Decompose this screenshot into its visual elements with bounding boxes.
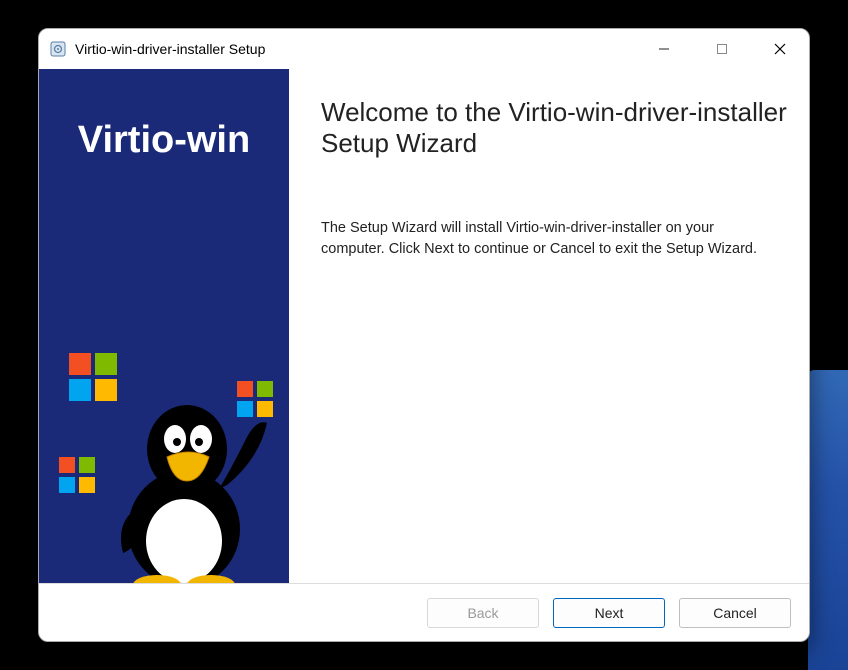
- cancel-button[interactable]: Cancel: [679, 598, 791, 628]
- minimize-button[interactable]: [635, 29, 693, 69]
- content-area: Virtio-win: [39, 69, 809, 583]
- desktop-background-strip: [808, 370, 848, 670]
- window-title: Virtio-win-driver-installer Setup: [75, 41, 635, 57]
- tux-penguin-icon: [109, 389, 269, 583]
- sidebar-brand: Virtio-win: [39, 119, 289, 162]
- wizard-body-text: The Setup Wizard will install Virtio-win…: [321, 218, 761, 259]
- next-button[interactable]: Next: [553, 598, 665, 628]
- maximize-button[interactable]: [693, 29, 751, 69]
- close-button[interactable]: [751, 29, 809, 69]
- wizard-heading: Welcome to the Virtio-win-driver-install…: [321, 97, 787, 158]
- wizard-main: Welcome to the Virtio-win-driver-install…: [289, 69, 809, 583]
- wizard-footer: Back Next Cancel: [39, 583, 809, 641]
- window-controls: [635, 29, 809, 69]
- windows-logo-icon: [59, 457, 95, 493]
- wizard-sidebar: Virtio-win: [39, 69, 289, 583]
- msi-installer-icon: [49, 40, 67, 58]
- back-button: Back: [427, 598, 539, 628]
- titlebar[interactable]: Virtio-win-driver-installer Setup: [39, 29, 809, 69]
- installer-window: Virtio-win-driver-installer Setup Virtio…: [38, 28, 810, 642]
